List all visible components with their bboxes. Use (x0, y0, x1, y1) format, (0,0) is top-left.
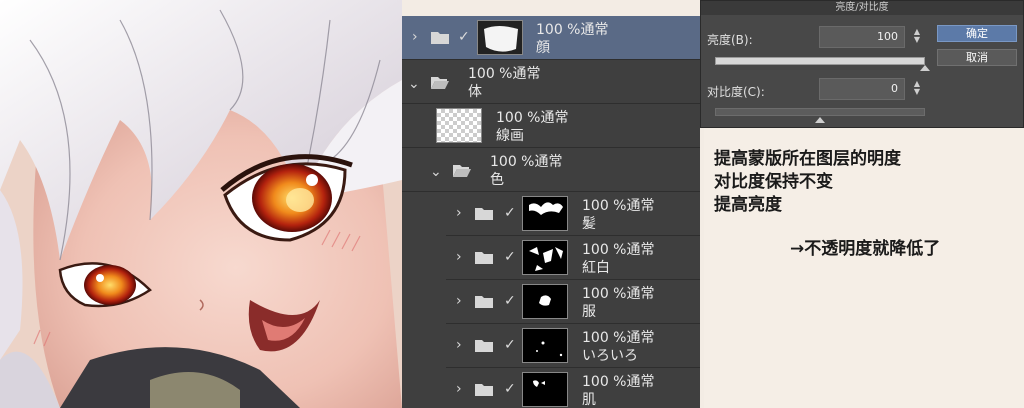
contrast-label: 对比度(C): (707, 85, 765, 99)
check-icon[interactable]: ✓ (504, 294, 518, 308)
spin-arrows-icon[interactable]: ▲ ▼ (911, 80, 923, 96)
chevron-right-icon[interactable]: › (456, 249, 470, 265)
contrast-input[interactable]: 0 (819, 78, 905, 100)
layer-row-red-white[interactable]: › ✓ 100 %通常 紅白 (446, 236, 700, 280)
layer-thumbnail (522, 196, 568, 231)
contrast-slider-thumb[interactable] (815, 117, 825, 123)
layer-panel: › ✓ 100 %通常 顔 ⌄ 100 %通常 体 100 %通常 線画 ⌄ 1… (402, 16, 700, 408)
check-icon[interactable]: ✓ (504, 206, 518, 220)
layer-row-misc[interactable]: › ✓ 100 %通常 いろいろ (446, 324, 700, 368)
chevron-right-icon[interactable]: › (456, 381, 470, 397)
note-line-1: 提高蒙版所在图层的明度 (714, 149, 901, 169)
chevron-down-icon[interactable]: ⌄ (430, 164, 444, 180)
dialog-title: 亮度/对比度 (701, 1, 1023, 15)
layer-opacity-mode: 100 %通常 (582, 198, 655, 214)
chevron-right-icon[interactable]: › (456, 337, 470, 353)
check-icon[interactable]: ✓ (504, 250, 518, 264)
brightness-contrast-dialog: 亮度/对比度 亮度(B): 100 ▲ ▼ 对比度(C): 0 ▲ ▼ 确定 取消 (700, 0, 1024, 128)
layer-name: 紅白 (582, 260, 610, 276)
layer-name: 色 (490, 172, 504, 188)
layer-opacity-mode: 100 %通常 (536, 22, 609, 38)
layer-row-body[interactable]: ⌄ 100 %通常 体 (402, 60, 700, 104)
folder-icon (475, 296, 493, 308)
folder-icon (475, 340, 493, 352)
folder-icon (431, 32, 449, 44)
chevron-right-icon[interactable]: › (456, 293, 470, 309)
layer-thumbnail (522, 328, 568, 363)
spin-arrows-icon[interactable]: ▲ ▼ (911, 28, 923, 44)
cancel-button[interactable]: 取消 (937, 49, 1017, 66)
layer-row-skin[interactable]: › ✓ 100 %通常 肌 (446, 368, 700, 408)
folder-icon (475, 208, 493, 220)
layer-thumbnail (522, 240, 568, 275)
folder-open-icon (431, 77, 449, 89)
layer-name: 体 (468, 84, 482, 100)
layer-thumbnail (522, 284, 568, 319)
layer-name: 髪 (582, 216, 596, 232)
check-icon[interactable]: ✓ (504, 382, 518, 396)
layer-row-face[interactable]: › ✓ 100 %通常 顔 (402, 16, 700, 60)
layer-opacity-mode: 100 %通常 (582, 330, 655, 346)
brightness-slider-thumb[interactable] (920, 65, 930, 71)
layer-opacity-mode: 100 %通常 (582, 374, 655, 390)
layer-row-clothes[interactable]: › ✓ 100 %通常 服 (446, 280, 700, 324)
layer-opacity-mode: 100 %通常 (490, 154, 563, 170)
check-icon[interactable]: ✓ (458, 30, 472, 44)
anime-face-illustration (0, 0, 402, 408)
layer-thumbnail (522, 372, 568, 407)
canvas-artwork (0, 0, 402, 408)
note-line-4: →不透明度就降低了 (790, 239, 941, 259)
folder-open-icon (453, 165, 471, 177)
chevron-right-icon[interactable]: › (412, 29, 426, 45)
brightness-input[interactable]: 100 (819, 26, 905, 48)
chevron-down-icon[interactable]: ⌄ (408, 76, 422, 92)
folder-icon (475, 252, 493, 264)
layer-row-lineart[interactable]: 100 %通常 線画 (402, 104, 700, 148)
layer-name: 肌 (582, 392, 596, 408)
brightness-slider[interactable] (715, 57, 925, 65)
layer-opacity-mode: 100 %通常 (582, 242, 655, 258)
annotation-panel: 提高蒙版所在图层的明度 对比度保持不变 提高亮度 →不透明度就降低了 (704, 128, 1024, 408)
chevron-right-icon[interactable]: › (456, 205, 470, 221)
layer-name: 線画 (496, 128, 524, 144)
layer-opacity-mode: 100 %通常 (582, 286, 655, 302)
check-icon[interactable]: ✓ (504, 338, 518, 352)
folder-icon (475, 384, 493, 396)
layer-row-color[interactable]: ⌄ 100 %通常 色 (402, 148, 700, 192)
contrast-slider[interactable] (715, 108, 925, 116)
ok-button[interactable]: 确定 (937, 25, 1017, 42)
layer-name: 顔 (536, 40, 550, 56)
layer-thumbnail (436, 108, 482, 143)
layer-opacity-mode: 100 %通常 (468, 66, 541, 82)
note-line-2: 对比度保持不变 (714, 172, 833, 192)
layer-opacity-mode: 100 %通常 (496, 110, 569, 126)
layer-name: 服 (582, 304, 596, 320)
brightness-label: 亮度(B): (707, 33, 753, 47)
layer-row-hair[interactable]: › ✓ 100 %通常 髪 (446, 192, 700, 236)
layer-thumbnail (477, 20, 523, 55)
note-line-3: 提高亮度 (714, 195, 782, 215)
layer-name: いろいろ (582, 348, 638, 364)
